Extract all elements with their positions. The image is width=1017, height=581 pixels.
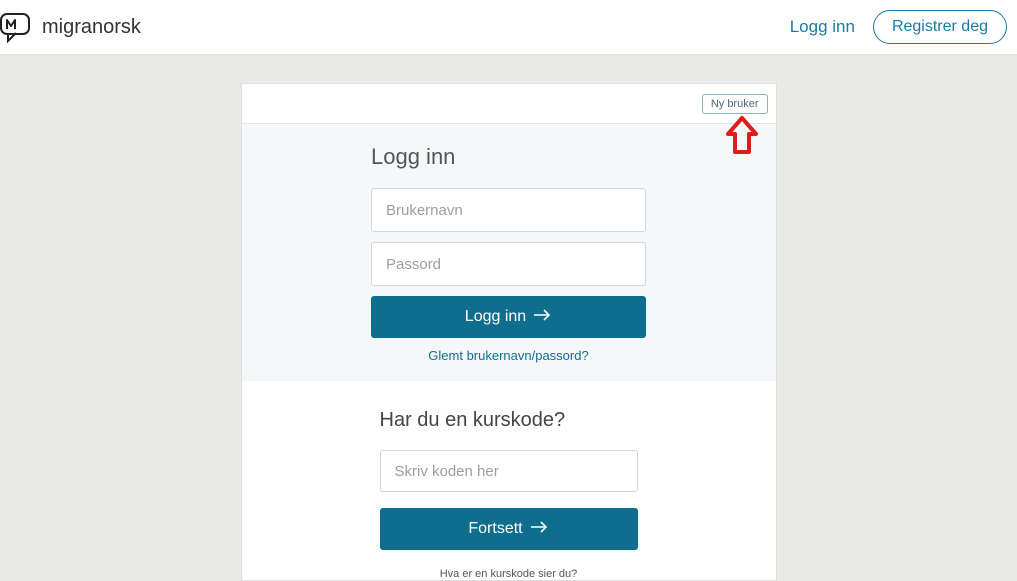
new-user-button[interactable]: Ny bruker — [702, 94, 768, 114]
course-code-input[interactable] — [380, 450, 638, 492]
login-submit-button[interactable]: Logg inn — [371, 296, 646, 338]
brand-logo[interactable]: migranorsk — [0, 11, 141, 43]
login-submit-label: Logg inn — [465, 308, 526, 326]
arrow-right-icon — [531, 520, 549, 538]
password-input[interactable] — [371, 242, 646, 286]
arrow-right-icon — [534, 308, 552, 326]
header-actions: Logg inn Registrer deg — [790, 10, 1007, 44]
forgot-password-link[interactable]: Glemt brukernavn/passord? — [371, 348, 646, 363]
speech-bubble-icon — [0, 11, 36, 43]
brand-name: migranorsk — [42, 16, 141, 39]
header-login-link[interactable]: Logg inn — [790, 17, 855, 37]
course-code-help-link[interactable]: Hva er en kurskode sier du? — [380, 568, 638, 580]
auth-card: Ny bruker Logg inn Logg inn Glemt bruker… — [241, 83, 777, 581]
site-header: migranorsk Logg inn Registrer deg — [0, 0, 1017, 55]
continue-button[interactable]: Fortsett — [380, 508, 638, 550]
login-title: Logg inn — [371, 144, 646, 170]
header-register-button[interactable]: Registrer deg — [873, 10, 1007, 44]
login-section: Logg inn Logg inn Glemt brukernavn/passo… — [242, 124, 776, 381]
course-code-title: Har du en kurskode? — [380, 409, 640, 432]
continue-label: Fortsett — [468, 520, 522, 538]
card-header: Ny bruker — [242, 84, 776, 124]
course-code-section: Har du en kurskode? Fortsett Hva er en k… — [242, 381, 776, 580]
annotation-arrow-icon — [722, 114, 762, 163]
username-input[interactable] — [371, 188, 646, 232]
page-background: Ny bruker Logg inn Logg inn Glemt bruker… — [0, 55, 1017, 581]
